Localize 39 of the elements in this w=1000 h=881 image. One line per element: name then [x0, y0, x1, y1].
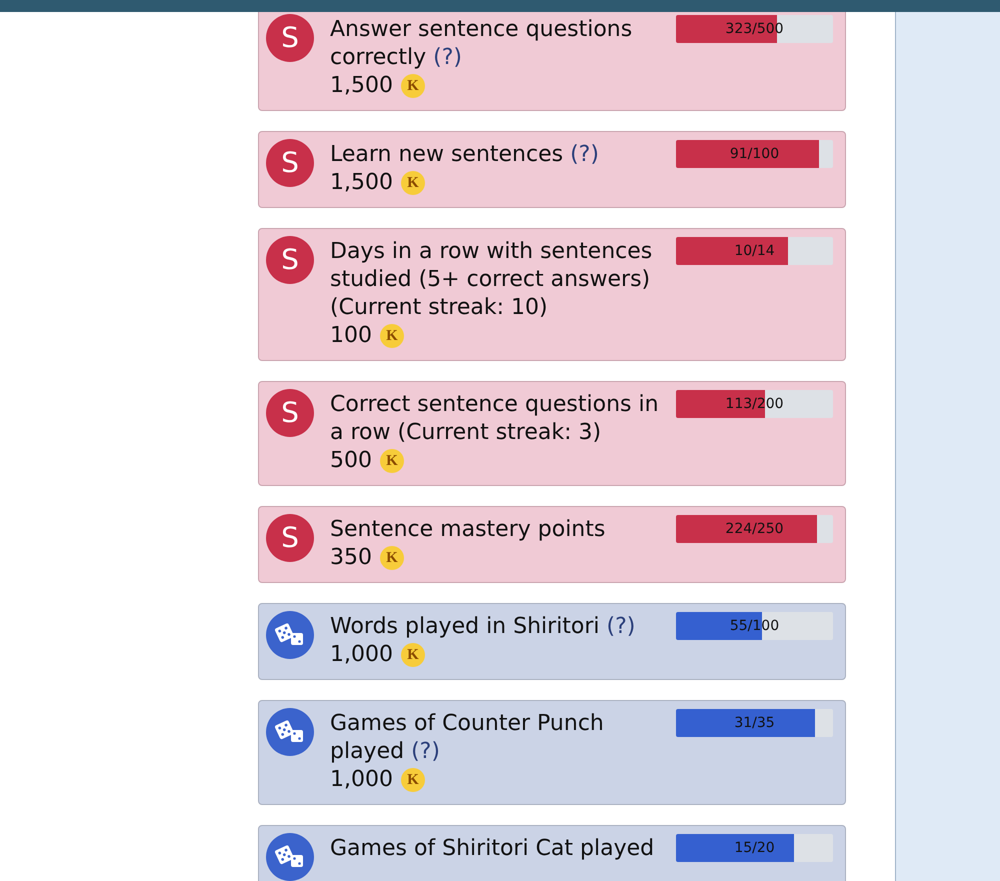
reward-amount: 1,000	[330, 766, 393, 794]
goal-title: Games of Shiritori Cat played	[330, 835, 656, 863]
sentence-icon: S	[266, 389, 314, 437]
goal-title: Answer sentence questions correctly (?)	[330, 16, 634, 72]
goal-title: Sentence mastery points	[330, 516, 606, 544]
progress-text: 91/100	[728, 144, 780, 164]
help-link[interactable]: (?)	[606, 614, 636, 639]
reward-amount: 1,000	[330, 641, 393, 669]
goal-title: Words played in Shiritori (?)	[330, 613, 636, 641]
reward-amount: 1,500	[330, 169, 393, 197]
goal-title: Games of Counter Punch played (?)	[330, 710, 605, 766]
coin-icon: K	[380, 546, 404, 570]
progress-text: 10/14	[733, 242, 776, 260]
reward-amount: 500	[330, 447, 372, 475]
reward-amount: 1,500	[330, 72, 393, 100]
coin-icon: K	[400, 768, 425, 792]
dice-icon	[275, 719, 305, 745]
coin-icon: K	[380, 449, 404, 473]
progress-text: 15/20	[733, 838, 776, 858]
help-link[interactable]: (?)	[570, 142, 599, 167]
goal-title: Correct sentence questions in a row (Current streak: 3)	[330, 391, 660, 447]
dice-icon	[275, 844, 305, 870]
coin-icon: K	[400, 74, 425, 98]
reward-amount: 350	[330, 544, 372, 572]
sentence-icon: S	[266, 14, 314, 62]
sentence-icon: S	[266, 139, 314, 187]
coin-icon: K	[400, 643, 425, 667]
dice-icon	[275, 622, 305, 648]
help-link[interactable]: (?)	[411, 739, 440, 764]
goal-title: Learn new sentences (?)	[330, 141, 600, 169]
coin-icon: K	[400, 171, 425, 195]
coin-icon: K	[380, 324, 404, 348]
sentence-icon: S	[266, 514, 314, 562]
help-link[interactable]: (?)	[433, 45, 462, 70]
sentence-icon: S	[266, 236, 314, 284]
reward-amount: 100	[330, 322, 372, 350]
progress-text: 224/250	[724, 520, 785, 538]
progress-text: 31/35	[733, 714, 776, 732]
goal-title: Days in a row with sentences studied (5+ correct answers) (Current streak: 10)	[330, 238, 654, 322]
